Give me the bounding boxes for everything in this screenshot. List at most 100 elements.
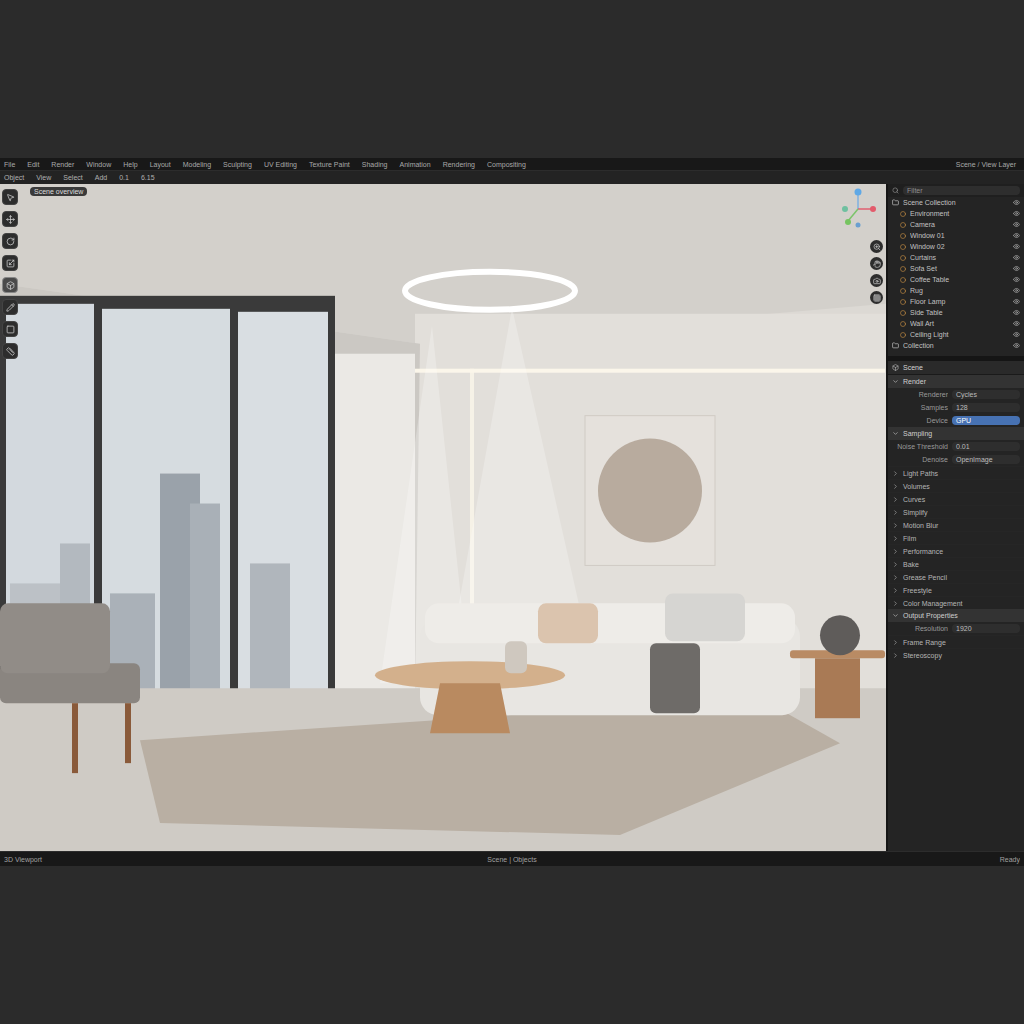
menu-item[interactable]: Edit — [27, 160, 39, 169]
visibility-icon[interactable] — [1013, 309, 1020, 316]
properties-section[interactable]: Output Properties — [888, 609, 1024, 622]
outliner-item[interactable]: Scene Collection — [888, 197, 1024, 208]
toolbar-item[interactable]: Add — [95, 173, 107, 182]
tool-icon — [6, 237, 15, 246]
property-panel[interactable]: Curves — [888, 492, 1024, 505]
scene-selector[interactable]: Scene / View Layer — [956, 160, 1020, 169]
menu-item[interactable]: Animation — [400, 160, 431, 169]
view-button[interactable] — [870, 274, 883, 287]
property-panel[interactable]: Bake — [888, 557, 1024, 570]
toolbar-item[interactable]: Select — [63, 173, 82, 182]
property-panel[interactable]: Motion Blur — [888, 518, 1024, 531]
view-button[interactable] — [870, 240, 883, 253]
tool-button[interactable] — [2, 255, 18, 271]
tool-button[interactable] — [2, 321, 18, 337]
menu-item[interactable]: UV Editing — [264, 160, 297, 169]
property-field[interactable]: Resolution1920 — [888, 622, 1024, 635]
toolbar-item[interactable]: 6.15 — [141, 173, 155, 182]
outliner-item[interactable]: Environment — [888, 208, 1024, 219]
outliner-item[interactable]: Floor Lamp — [888, 296, 1024, 307]
outliner-item[interactable]: Curtains — [888, 252, 1024, 263]
property-panel[interactable]: Film — [888, 531, 1024, 544]
property-panel[interactable]: Simplify — [888, 505, 1024, 518]
tool-button[interactable] — [2, 211, 18, 227]
property-field[interactable]: DeviceGPU — [888, 414, 1024, 427]
visibility-icon[interactable] — [1013, 331, 1020, 338]
chevron-icon — [892, 612, 899, 619]
menu-item[interactable]: Texture Paint — [309, 160, 350, 169]
menu-item[interactable]: Modeling — [183, 160, 211, 169]
tool-icon — [6, 347, 15, 356]
chevron-icon — [892, 522, 899, 529]
menu-item[interactable]: Window — [86, 160, 111, 169]
view-button[interactable] — [870, 291, 883, 304]
object-icon — [900, 222, 906, 228]
object-icon — [900, 310, 906, 316]
outliner-search[interactable]: Filter — [903, 186, 1020, 195]
property-panel[interactable]: Grease Pencil — [888, 570, 1024, 583]
property-field[interactable]: Samples128 — [888, 401, 1024, 414]
visibility-icon[interactable] — [1013, 320, 1020, 327]
object-icon — [900, 321, 906, 327]
visibility-icon[interactable] — [1013, 232, 1020, 239]
visibility-icon[interactable] — [1013, 221, 1020, 228]
menu-item[interactable]: File — [4, 160, 15, 169]
outliner-item[interactable]: Camera — [888, 219, 1024, 230]
visibility-icon[interactable] — [1013, 199, 1020, 206]
property-panel[interactable]: Volumes — [888, 479, 1024, 492]
toolbar-item[interactable]: Object — [4, 173, 24, 182]
outliner-item[interactable]: Window 01 — [888, 230, 1024, 241]
visibility-icon[interactable] — [1013, 265, 1020, 272]
property-panel[interactable]: Frame Range — [888, 635, 1024, 648]
menu-item[interactable]: Sculpting — [223, 160, 252, 169]
outliner-item[interactable]: Coffee Table — [888, 274, 1024, 285]
chevron-icon — [892, 378, 899, 385]
menu-item[interactable]: Shading — [362, 160, 388, 169]
menu-item[interactable]: Layout — [150, 160, 171, 169]
properties-section[interactable]: Render — [888, 375, 1024, 388]
property-panel[interactable]: Color Management — [888, 596, 1024, 609]
visibility-icon[interactable] — [1013, 210, 1020, 217]
toolbar-item[interactable]: View — [36, 173, 51, 182]
menu-item[interactable]: Compositing — [487, 160, 526, 169]
property-panel[interactable]: Freestyle — [888, 583, 1024, 596]
chevron-icon — [892, 561, 899, 568]
tool-button[interactable] — [2, 343, 18, 359]
visibility-icon[interactable] — [1013, 287, 1020, 294]
status-bar: 3D ViewportScene | ObjectsReady — [0, 851, 1024, 866]
outliner-item[interactable]: Ceiling Light — [888, 329, 1024, 340]
visibility-icon[interactable] — [1013, 243, 1020, 250]
chevron-icon — [892, 535, 899, 542]
outliner-item[interactable]: Window 02 — [888, 241, 1024, 252]
viewport[interactable]: Scene overview — [0, 184, 886, 851]
viewport-label: Scene overview — [30, 187, 87, 196]
view-button[interactable] — [870, 257, 883, 270]
outliner-item[interactable]: Wall Art — [888, 318, 1024, 329]
property-panel[interactable]: Stereoscopy — [888, 648, 1024, 661]
outliner-item[interactable]: Collection — [888, 340, 1024, 351]
tool-button[interactable] — [2, 189, 18, 205]
visibility-icon[interactable] — [1013, 254, 1020, 261]
outliner-item[interactable]: Sofa Set — [888, 263, 1024, 274]
menu-item[interactable]: Help — [123, 160, 137, 169]
outliner-item[interactable]: Rug — [888, 285, 1024, 296]
visibility-icon[interactable] — [1013, 342, 1020, 349]
toolbar-item[interactable]: 0.1 — [119, 173, 129, 182]
visibility-icon[interactable] — [1013, 276, 1020, 283]
outliner-item[interactable]: Side Table — [888, 307, 1024, 318]
property-panel[interactable]: Performance — [888, 544, 1024, 557]
object-icon — [900, 255, 906, 261]
property-field[interactable]: DenoiseOpenImage — [888, 453, 1024, 466]
tool-button[interactable] — [2, 277, 18, 293]
tool-button[interactable] — [2, 299, 18, 315]
property-field[interactable]: RendererCycles — [888, 388, 1024, 401]
tool-button[interactable] — [2, 233, 18, 249]
property-field[interactable]: Noise Threshold0.01 — [888, 440, 1024, 453]
properties-section[interactable]: Sampling — [888, 427, 1024, 440]
menu-item[interactable]: Render — [51, 160, 74, 169]
menu-item[interactable]: Rendering — [443, 160, 475, 169]
property-panel[interactable]: Light Paths — [888, 466, 1024, 479]
navigation-gizmo-icon[interactable] — [840, 187, 876, 229]
visibility-icon[interactable] — [1013, 298, 1020, 305]
page: File Edit Render Window Help Layout Modeling Sc… — [0, 0, 1024, 1024]
